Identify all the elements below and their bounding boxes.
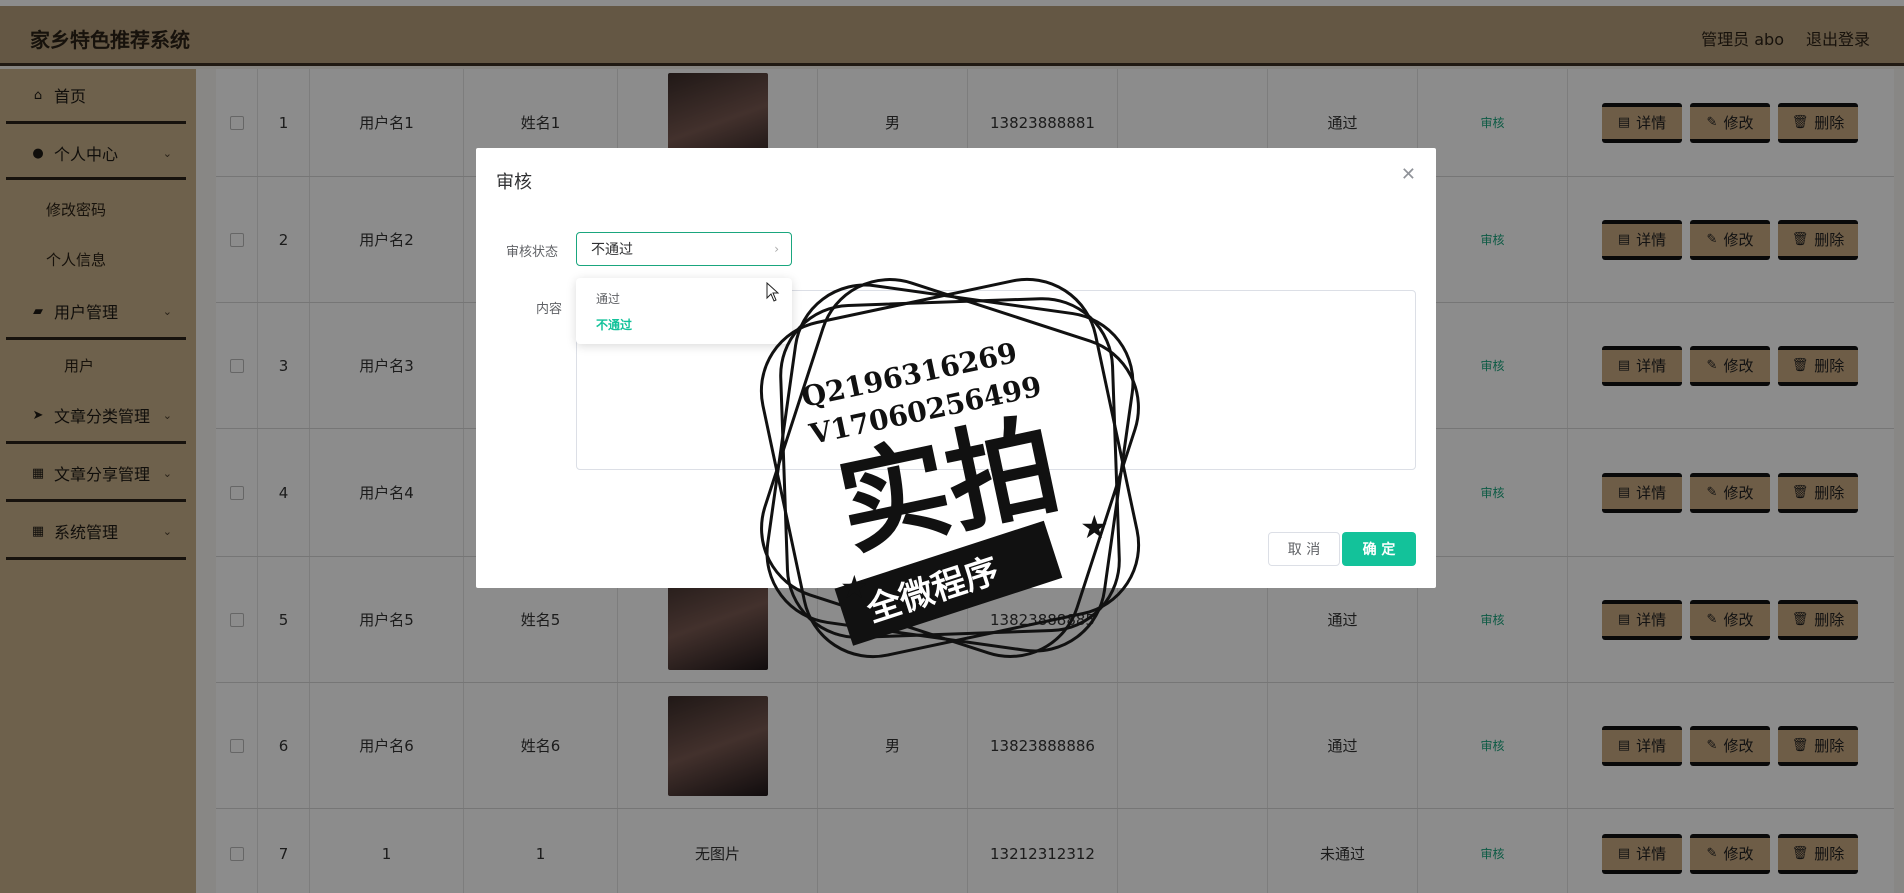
close-icon[interactable]: ✕ [1401,164,1416,185]
option-pass[interactable]: 通过 [596,290,620,307]
cancel-button[interactable]: 取 消 [1268,532,1340,566]
confirm-button[interactable]: 确 定 [1342,532,1416,566]
option-fail[interactable]: 不通过 [596,316,632,333]
dialog-title: 审核 [496,172,532,193]
content-label: 内容 [536,302,563,317]
status-select-value: 不通过 [591,242,633,258]
status-label: 审核状态 [506,245,559,260]
chevron-right-icon: › [774,242,779,256]
audit-dialog: 审核 ✕ 审核状态 不通过 › 内容 通过 不通过 取 消 确 定 [476,148,1436,588]
mouse-cursor-icon [766,282,780,302]
status-dropdown: 通过 不通过 [576,278,792,344]
status-select[interactable]: 不通过 › [576,232,792,266]
